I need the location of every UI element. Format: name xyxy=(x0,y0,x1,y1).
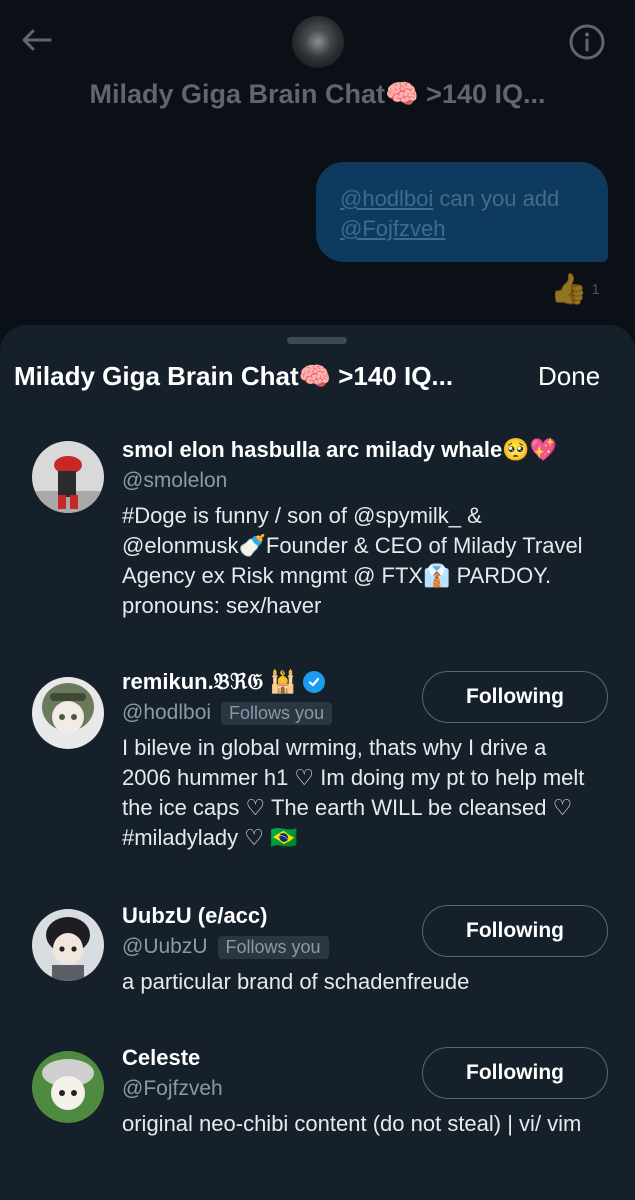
back-button[interactable] xyxy=(18,22,54,58)
member-bio: I bileve in global wrming, thats why I d… xyxy=(122,735,585,850)
mention-link[interactable]: @Fojfzveh xyxy=(340,216,445,241)
following-button[interactable]: Following xyxy=(422,671,608,723)
thumbs-up-icon: 👍 xyxy=(550,273,588,306)
info-button[interactable] xyxy=(567,22,607,62)
conversation-background: Milady Giga Brain Chat🧠 >140 IQ... @hodl… xyxy=(0,0,635,360)
member-bio: a particular brand of schadenfreude xyxy=(122,969,470,994)
follows-you-badge: Follows you xyxy=(217,935,329,959)
reaction-count: 1 xyxy=(591,281,600,298)
sheet-drag-handle[interactable] xyxy=(287,337,347,344)
info-icon xyxy=(569,24,605,60)
avatar[interactable] xyxy=(32,1051,104,1123)
member-bio: original neo-chibi content (do not steal… xyxy=(122,1111,582,1136)
verified-icon xyxy=(302,671,325,693)
message-bubble[interactable]: @hodlboi can you add @Fojfzveh xyxy=(316,162,608,262)
done-button[interactable]: Done xyxy=(538,361,600,392)
follows-you-badge: Follows you xyxy=(221,701,333,725)
conversation-title: Milady Giga Brain Chat🧠 >140 IQ... xyxy=(89,79,546,109)
member-info: smol elon hasbulla arc milady whale🥺💖 @s… xyxy=(122,437,602,621)
member-handle: @smolelon xyxy=(122,469,228,492)
member-handle: @Fojfzveh xyxy=(122,1077,223,1100)
member-handle: @hodlboi xyxy=(122,701,212,724)
reaction[interactable]: 👍 1 xyxy=(550,272,600,307)
screen: Milady Giga Brain Chat🧠 >140 IQ... @hodl… xyxy=(0,0,635,1200)
back-arrow-icon xyxy=(22,29,52,51)
following-button[interactable]: Following xyxy=(422,905,608,957)
avatar[interactable] xyxy=(32,441,104,513)
member-name: remikun.𝔅ℜ𝔊 🕌 xyxy=(122,669,297,694)
sheet-title: Milady Giga Brain Chat🧠 >140 IQ... xyxy=(14,361,454,391)
member-bio: #Doge is funny / son of @spymilk_ & @elo… xyxy=(122,503,583,618)
members-sheet: Milady Giga Brain Chat🧠 >140 IQ... Done … xyxy=(0,325,635,1200)
mention-link[interactable]: @hodlboi xyxy=(340,186,433,211)
group-avatar[interactable] xyxy=(292,16,344,68)
message-text: can you add xyxy=(433,186,560,211)
avatar[interactable] xyxy=(32,909,104,981)
following-button[interactable]: Following xyxy=(422,1047,608,1099)
member-handle: @UubzU xyxy=(122,935,208,958)
member-name: smol elon hasbulla arc milady whale🥺💖 xyxy=(122,437,558,462)
avatar[interactable] xyxy=(32,677,104,749)
